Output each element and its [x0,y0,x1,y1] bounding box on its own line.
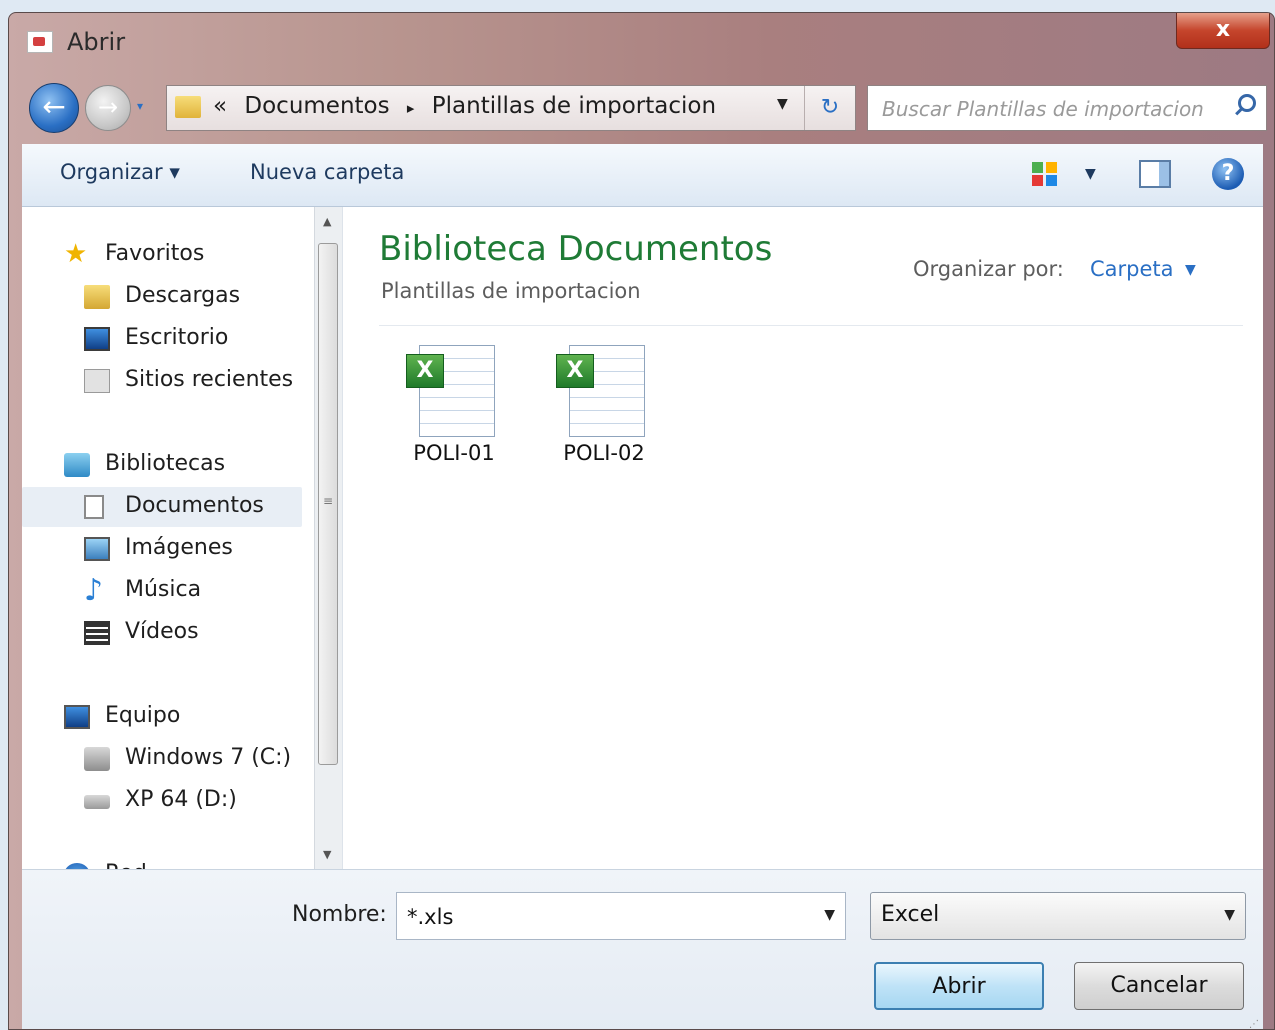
file-name: POLI-01 [413,441,495,465]
dialog-footer: Nombre: ▼ Excel ▼ Abrir Cancelar ⋰ [22,869,1263,1029]
folder-icon [175,96,201,118]
back-button[interactable]: ← [29,83,79,133]
sidebar-item-label: Música [125,577,202,602]
windows-drive-icon [84,747,110,771]
search-icon[interactable] [1238,94,1256,112]
change-view-icon[interactable] [1032,162,1058,186]
search-input[interactable] [880,94,1224,124]
search-box[interactable] [867,85,1267,131]
breadcrumb-item-plantillas[interactable]: Plantillas de importacion [432,93,716,119]
file-type-dropdown-icon[interactable]: ▼ [1224,907,1235,923]
sidebar-item-label: Sitios recientes [125,367,294,392]
command-toolbar: Organizar ▾ Nueva carpeta ▼ ? [22,144,1263,207]
sidebar-item-documentos[interactable]: Documentos [22,487,302,527]
sidebar-item-xp-64[interactable]: XP 64 (D:) [22,781,302,821]
breadcrumb-item-documentos[interactable]: Documentos [244,93,389,119]
sidebar-item-windows-7[interactable]: Windows 7 (C:) [22,739,302,779]
scroll-up-icon[interactable]: ▲ [323,215,331,228]
recent-locations-dropdown-icon[interactable]: ▾ [137,99,143,113]
window-title: Abrir [67,28,126,56]
sidebar-item-label: Imágenes [125,535,233,560]
documents-icon [84,495,104,519]
music-icon: ♪ [84,573,104,608]
sidebar-item-label: Descargas [125,283,241,308]
breadcrumb-overflow[interactable]: « [213,93,227,119]
open-file-dialog: Abrir x ← → ▾ « Documentos ▸ Plantillas … [8,12,1275,1030]
star-icon: ★ [64,239,88,269]
scroll-grip-icon: ≡ [323,494,334,508]
forward-button[interactable]: → [85,85,131,131]
sidebar-item-equipo[interactable]: Equipo [22,697,302,737]
dialog-app-icon [27,31,53,53]
downloads-folder-icon [84,285,110,309]
sidebar-item-musica[interactable]: ♪ Música [22,571,302,611]
address-dropdown-icon[interactable]: ▼ [777,96,788,112]
refresh-icon[interactable]: ↻ [804,86,855,130]
title-bar[interactable]: Abrir x [9,13,1274,73]
excel-file-icon: X [556,345,645,437]
sidebar-item-bibliotecas[interactable]: Bibliotecas [22,445,302,485]
filename-combobox[interactable]: ▼ [396,892,846,940]
sidebar-item-label: Favoritos [105,241,205,266]
file-type-value: Excel [881,902,940,927]
sidebar-item-favoritos[interactable]: ★ Favoritos [22,235,302,275]
cancel-button[interactable]: Cancelar [1074,962,1244,1010]
libraries-icon [64,453,90,477]
computer-icon [64,705,90,729]
scroll-down-icon[interactable]: ▼ [323,848,331,861]
sidebar-item-label: Equipo [105,703,181,728]
open-button[interactable]: Abrir [874,962,1044,1010]
excel-file-icon: X [406,345,495,437]
sidebar-scrollbar[interactable]: ▲ ≡ ▼ [314,207,342,869]
sidebar-item-label: Escritorio [125,325,229,350]
sidebar-item-escritorio[interactable]: Escritorio [22,319,302,359]
sidebar-item-red[interactable]: Red [22,855,302,869]
arrange-by-label: Organizar por: [913,257,1064,281]
address-bar[interactable]: « Documentos ▸ Plantillas de importacion… [166,85,856,131]
videos-icon [84,621,110,645]
arrange-by-dropdown-icon[interactable]: ▼ [1185,262,1196,278]
content-divider [379,325,1243,326]
file-list-pane: Biblioteca Documentos Plantillas de impo… [342,207,1263,869]
sidebar-item-videos[interactable]: Vídeos [22,613,302,653]
filename-dropdown-icon[interactable]: ▼ [824,907,835,923]
breadcrumb: « Documentos ▸ Plantillas de importacion [213,93,726,119]
sidebar-item-label: Vídeos [125,619,199,644]
sidebar-item-descargas[interactable]: Descargas [22,277,302,317]
library-subtitle: Plantillas de importacion [381,279,641,303]
sidebar-item-label: Windows 7 (C:) [125,745,292,770]
arrange-by-link[interactable]: Carpeta [1090,257,1174,281]
pictures-icon [84,537,110,561]
recent-places-icon [84,369,110,393]
view-options-dropdown-icon[interactable]: ▼ [1085,166,1096,182]
new-folder-button[interactable]: Nueva carpeta [250,160,404,184]
help-icon[interactable]: ? [1212,158,1244,190]
resize-grip-icon[interactable]: ⋰ [1249,1019,1259,1029]
preview-pane-icon[interactable] [1139,160,1171,188]
sidebar-item-label: Red [105,861,147,869]
file-item-poli-02[interactable]: X POLI-02 [539,345,669,475]
organize-button[interactable]: Organizar ▾ [60,160,180,184]
filename-label: Nombre: [292,902,387,927]
breadcrumb-separator-icon[interactable]: ▸ [407,99,415,117]
sidebar-item-sitios-recientes[interactable]: Sitios recientes [22,361,302,401]
library-title: Biblioteca Documentos [379,229,773,269]
close-button[interactable]: x [1176,13,1270,49]
drive-icon [84,795,110,809]
desktop-icon [84,327,110,351]
sidebar-item-label: Bibliotecas [105,451,226,476]
sidebar-item-label: Documentos [125,493,264,518]
scroll-thumb[interactable]: ≡ [318,243,338,765]
sidebar-item-imagenes[interactable]: Imágenes [22,529,302,569]
filename-field[interactable] [405,902,789,932]
file-type-select[interactable]: Excel ▼ [870,892,1246,940]
file-name: POLI-02 [563,441,645,465]
file-item-poli-01[interactable]: X POLI-01 [389,345,519,475]
navigation-pane: ★ Favoritos Descargas Escritorio Sitios … [22,207,342,869]
sidebar-item-label: XP 64 (D:) [125,787,237,812]
